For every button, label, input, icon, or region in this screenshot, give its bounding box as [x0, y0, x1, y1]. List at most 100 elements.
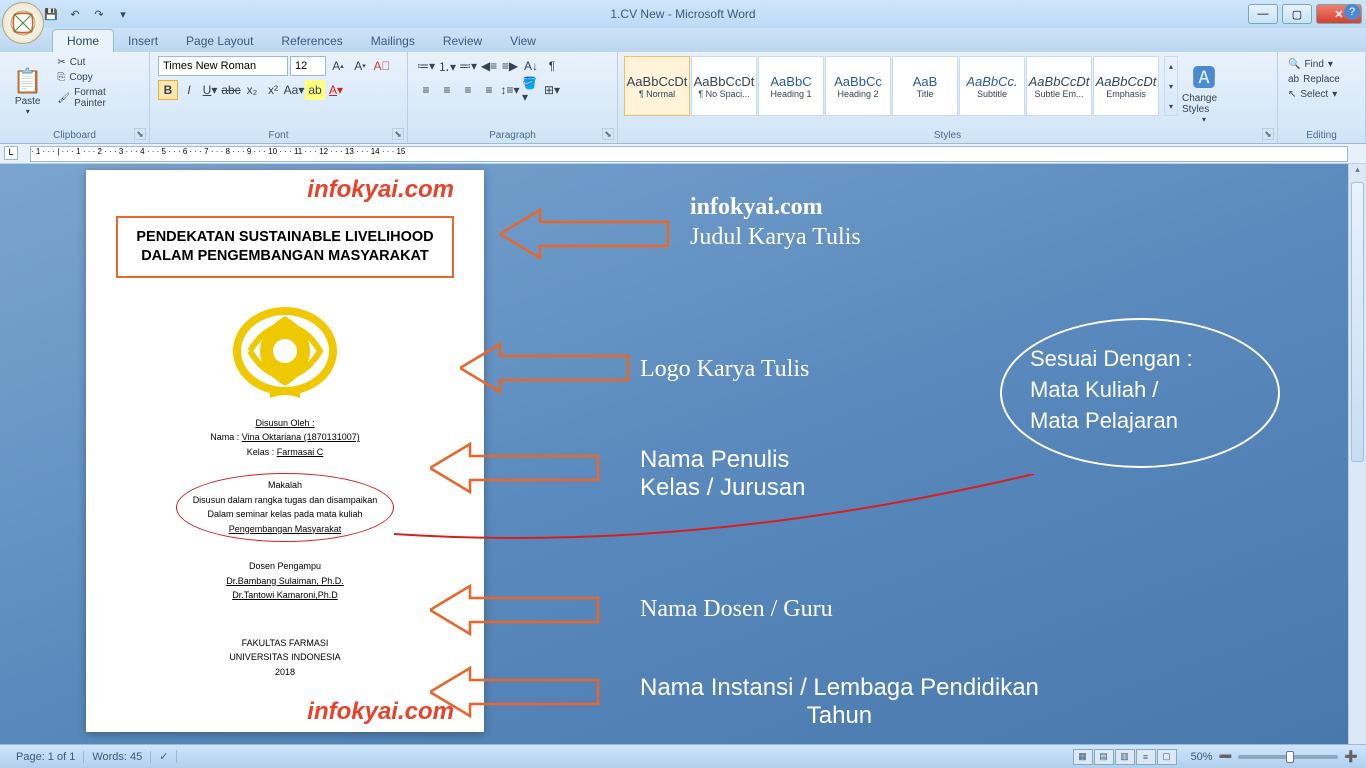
cut-button[interactable]: ✂Cut — [53, 56, 143, 69]
font-name-select[interactable] — [158, 56, 288, 76]
paragraph-dialog-launcher[interactable]: ⬊ — [602, 128, 614, 140]
ruler-toggle[interactable]: L — [4, 146, 18, 160]
copy-button[interactable]: ⎘Copy — [53, 71, 143, 84]
save-icon[interactable]: 💾 — [42, 5, 60, 23]
align-left-button[interactable]: ≡ — [416, 80, 436, 100]
decrease-indent-button[interactable]: ◀≡ — [479, 56, 499, 76]
bold-button[interactable]: B — [158, 80, 178, 100]
styles-dialog-launcher[interactable]: ⬊ — [1262, 128, 1274, 140]
font-color-button[interactable]: A▾ — [326, 80, 346, 100]
style-item[interactable]: AaBbCcDt¶ Normal — [624, 56, 690, 116]
increase-indent-button[interactable]: ≡▶ — [500, 56, 520, 76]
group-label: Editing — [1278, 130, 1365, 141]
format-painter-button[interactable]: 🖌Format Painter — [53, 86, 143, 110]
vertical-scrollbar[interactable]: ▴ — [1348, 164, 1366, 744]
change-styles-button[interactable]: 🅰Change Styles▾ — [1182, 56, 1226, 126]
group-label: Paragraph — [408, 130, 617, 141]
borders-button[interactable]: ⊞▾ — [542, 80, 562, 100]
zoom-level[interactable]: 50% — [1191, 751, 1213, 763]
clipboard-dialog-launcher[interactable]: ⬊ — [134, 128, 146, 140]
shrink-font-button[interactable]: A▾ — [350, 56, 370, 76]
show-marks-button[interactable]: ¶ — [542, 56, 562, 76]
numbering-button[interactable]: ⒈▾ — [437, 56, 457, 76]
status-page[interactable]: Page: 1 of 1 — [8, 751, 84, 763]
tab-view[interactable]: View — [496, 30, 550, 52]
highlight-button[interactable]: ab — [305, 80, 325, 100]
tab-review[interactable]: Review — [429, 30, 496, 52]
tab-mailings[interactable]: Mailings — [357, 30, 429, 52]
tab-insert[interactable]: Insert — [114, 30, 172, 52]
superscript-button[interactable]: x² — [263, 80, 283, 100]
style-item[interactable]: AaBbCcDtSubtle Em... — [1026, 56, 1092, 116]
arrow-1 — [500, 206, 670, 262]
change-case-button[interactable]: Aa▾ — [284, 80, 304, 100]
style-item[interactable]: AaBbCHeading 1 — [758, 56, 824, 116]
shading-button[interactable]: 🪣▾ — [521, 80, 541, 100]
font-size-select[interactable] — [290, 56, 326, 76]
replace-button[interactable]: abReplace — [1284, 73, 1359, 86]
grow-font-button[interactable]: A▴ — [328, 56, 348, 76]
multilevel-button[interactable]: ≕▾ — [458, 56, 478, 76]
horizontal-ruler[interactable]: · 1 · · · | · · · 1 · · · 2 · · · 3 · · … — [30, 146, 1348, 162]
view-print-layout[interactable]: ▦ — [1073, 749, 1093, 765]
style-item[interactable]: AaBbCcDtEmphasis — [1093, 56, 1159, 116]
paste-icon: 📋 — [13, 67, 43, 96]
tab-references[interactable]: References — [267, 30, 356, 52]
styles-expand[interactable]: ▾ — [1165, 97, 1177, 115]
style-item[interactable]: AaBbCcHeading 2 — [825, 56, 891, 116]
zoom-slider[interactable] — [1238, 755, 1338, 759]
align-right-button[interactable]: ≡ — [458, 80, 478, 100]
tab-home[interactable]: Home — [52, 29, 114, 52]
strikethrough-button[interactable]: abc — [221, 80, 241, 100]
style-item[interactable]: AaBbCc.Subtitle — [959, 56, 1025, 116]
zoom-out-button[interactable]: ➖ — [1219, 750, 1233, 763]
qat-more-icon[interactable]: ▾ — [114, 5, 132, 23]
status-words[interactable]: Words: 45 — [84, 751, 151, 763]
paste-button[interactable]: 📋Paste▾ — [6, 56, 49, 126]
view-full-screen[interactable]: ▤ — [1094, 749, 1114, 765]
underline-button[interactable]: U▾ — [200, 80, 220, 100]
title-bar: 💾 ↶ ↷ ▾ 1.CV New - Microsoft Word — ▢ ✕ — [0, 0, 1366, 28]
minimize-button[interactable]: — — [1248, 4, 1278, 24]
style-item[interactable]: AaBbCcDt¶ No Spaci... — [691, 56, 757, 116]
tab-page-layout[interactable]: Page Layout — [172, 30, 267, 52]
makalah-section: Makalah Disusun dalam rangka tugas dan d… — [116, 469, 454, 546]
view-web-layout[interactable]: ▥ — [1115, 749, 1135, 765]
office-button[interactable] — [2, 2, 44, 44]
group-styles: AaBbCcDt¶ NormalAaBbCcDt¶ No Spaci...AaB… — [618, 52, 1278, 143]
styles-scroll-up[interactable]: ▴ — [1165, 57, 1177, 75]
view-draft[interactable]: ▢ — [1157, 749, 1177, 765]
maximize-button[interactable]: ▢ — [1282, 4, 1312, 24]
justify-button[interactable]: ≡ — [479, 80, 499, 100]
anno-logo: Logo Karya Tulis — [640, 356, 809, 383]
sort-button[interactable]: A↓ — [521, 56, 541, 76]
subscript-button[interactable]: x₂ — [242, 80, 262, 100]
find-button[interactable]: 🔍Find ▾ — [1284, 58, 1359, 71]
find-icon: 🔍 — [1288, 59, 1300, 70]
anno-dosen: Nama Dosen / Guru — [640, 596, 833, 623]
status-bar: Page: 1 of 1 Words: 45 ✓ ▦ ▤ ▥ ≡ ▢ 50% ➖… — [0, 744, 1366, 768]
align-center-button[interactable]: ≡ — [437, 80, 457, 100]
redo-icon[interactable]: ↷ — [90, 5, 108, 23]
help-icon[interactable]: ? — [1344, 4, 1360, 20]
cut-icon: ✂ — [57, 57, 65, 68]
group-paragraph: ≔▾ ⒈▾ ≕▾ ◀≡ ≡▶ A↓ ¶ ≡ ≡ ≡ ≡ ↕≡▾ 🪣▾ ⊞▾ Pa… — [408, 52, 618, 143]
styles-scroll-down[interactable]: ▾ — [1165, 77, 1177, 95]
group-label: Font — [150, 130, 407, 141]
undo-icon[interactable]: ↶ — [66, 5, 84, 23]
italic-button[interactable]: I — [179, 80, 199, 100]
bullets-button[interactable]: ≔▾ — [416, 56, 436, 76]
watermark-top: infokyai.com — [307, 176, 454, 204]
font-dialog-launcher[interactable]: ⬊ — [392, 128, 404, 140]
document-area[interactable]: infokyai.com PENDEKATAN SUSTAINABLE LIVE… — [0, 164, 1366, 744]
status-proof-icon[interactable]: ✓ — [151, 750, 177, 763]
zoom-in-button[interactable]: ➕ — [1344, 750, 1358, 763]
select-button[interactable]: ↖Select ▾ — [1284, 88, 1359, 101]
line-spacing-button[interactable]: ↕≡▾ — [500, 80, 520, 100]
clear-formatting-button[interactable]: A⃠ — [372, 56, 392, 76]
styles-gallery[interactable]: AaBbCcDt¶ NormalAaBbCcDt¶ No Spaci...AaB… — [624, 56, 1160, 116]
style-item[interactable]: AaBTitle — [892, 56, 958, 116]
view-outline[interactable]: ≡ — [1136, 749, 1156, 765]
document-page[interactable]: infokyai.com PENDEKATAN SUSTAINABLE LIVE… — [86, 170, 484, 732]
arrow-4 — [430, 582, 600, 638]
